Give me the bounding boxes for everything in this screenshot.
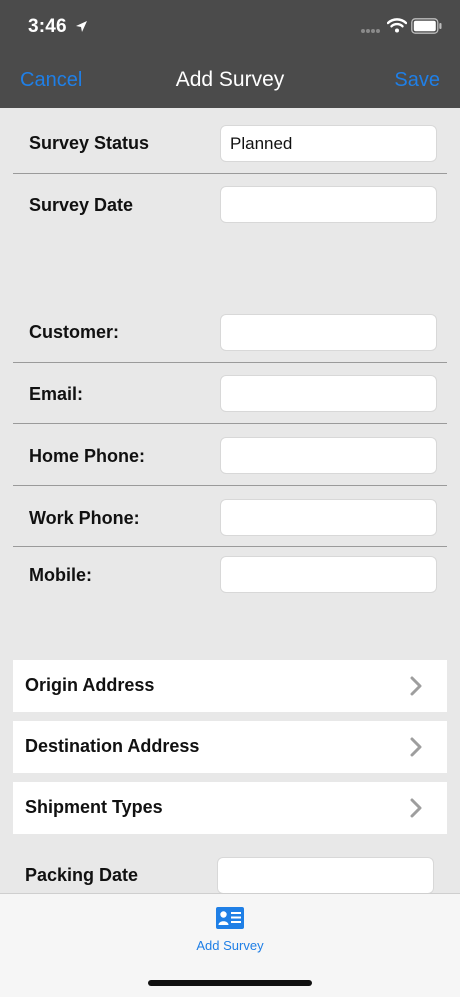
destination-address-cell[interactable]: Destination Address (13, 721, 447, 773)
navigation-header: 3:46 Cancel Add Survey Save (0, 0, 460, 108)
contact-card-icon (216, 907, 244, 929)
home-phone-label: Home Phone: (29, 446, 146, 466)
page-title: Add Survey (175, 68, 285, 91)
chevron-right-icon (410, 676, 422, 696)
shipment-types-label: Shipment Types (25, 797, 163, 817)
destination-address-label: Destination Address (25, 736, 200, 756)
cellular-signal-icon (361, 29, 380, 33)
chevron-right-icon (410, 798, 422, 818)
work-phone-label: Work Phone: (29, 508, 140, 528)
packing-date-label: Packing Date (25, 865, 139, 885)
tab-add-survey-label: Add Survey (196, 938, 264, 953)
work-phone-field[interactable] (220, 499, 437, 536)
row-divider (13, 485, 447, 486)
survey-status-field[interactable] (220, 125, 437, 162)
home-indicator (148, 980, 312, 986)
wifi-icon (387, 18, 407, 33)
row-divider (13, 546, 447, 547)
survey-date-label: Survey Date (29, 195, 134, 215)
tab-add-survey[interactable]: Add Survey (180, 906, 280, 956)
mobile-label: Mobile: (29, 565, 92, 585)
location-arrow-icon (76, 21, 87, 32)
save-button[interactable]: Save (394, 69, 440, 92)
survey-status-label: Survey Status (29, 133, 150, 153)
email-label: Email: (29, 384, 84, 404)
battery-icon (411, 18, 442, 34)
email-field[interactable] (220, 375, 437, 412)
customer-field[interactable] (220, 314, 437, 351)
row-divider (13, 173, 447, 174)
packing-date-field[interactable] (217, 857, 434, 894)
row-divider (13, 362, 447, 363)
status-time: 3:46 (28, 16, 67, 37)
origin-address-label: Origin Address (25, 675, 155, 695)
chevron-right-icon (410, 737, 422, 757)
mobile-field[interactable] (220, 556, 437, 593)
origin-address-cell[interactable]: Origin Address (13, 660, 447, 712)
shipment-types-cell[interactable]: Shipment Types (13, 782, 447, 834)
customer-label: Customer: (29, 322, 120, 342)
survey-date-field[interactable] (220, 186, 437, 223)
row-divider (13, 423, 447, 424)
home-phone-field[interactable] (220, 437, 437, 474)
